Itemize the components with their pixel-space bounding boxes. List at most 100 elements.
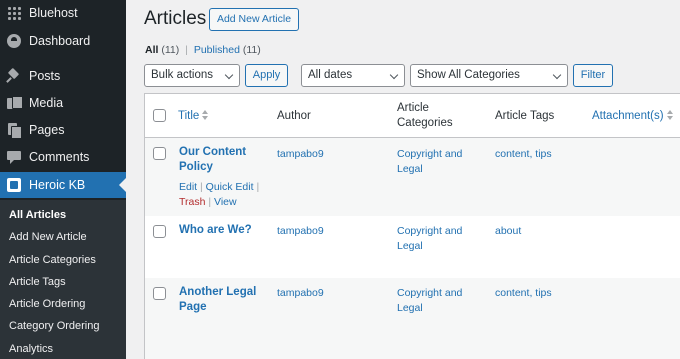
view-published-link[interactable]: Published (194, 44, 240, 56)
sidebar-item-heroic-kb[interactable]: Heroic KB (0, 172, 126, 198)
sort-icon (666, 110, 674, 120)
row-checkbox[interactable] (153, 287, 166, 300)
action-separator: | (208, 196, 212, 208)
article-title-link[interactable]: Our Content Policy (179, 145, 246, 175)
sidebar-item-label: Comments (29, 150, 90, 164)
comment-icon (7, 150, 21, 164)
category-line2: Legal (397, 302, 423, 314)
categories-select[interactable]: Show All Categories (410, 64, 568, 87)
view-link[interactable]: View (214, 196, 237, 208)
column-article-tags: Article Tags (495, 110, 555, 122)
chevron-down-icon (389, 70, 399, 80)
row-actions: Edit | Quick Edit | Trash | View (179, 180, 259, 210)
category-link[interactable]: Copyright and Legal (397, 147, 462, 177)
category-link[interactable]: Copyright and Legal (397, 224, 462, 254)
column-categories-line1: Article (397, 102, 429, 114)
view-separator: | (185, 44, 188, 56)
column-author: Author (277, 110, 311, 122)
row-checkbox[interactable] (153, 225, 166, 238)
article-title-line2: Page (179, 301, 207, 313)
category-line1: Copyright and (397, 225, 463, 237)
dashboard-icon (7, 34, 21, 48)
category-line1: Copyright and (397, 148, 463, 160)
column-categories-line2: Categories (397, 117, 453, 129)
dates-select[interactable]: All dates (301, 64, 405, 87)
submenu-article-ordering[interactable]: Article Ordering (9, 298, 85, 310)
chevron-down-icon (224, 70, 234, 80)
media-icon (7, 96, 23, 110)
dates-value: All dates (308, 69, 353, 81)
tags-links[interactable]: about (495, 224, 521, 239)
edit-link[interactable]: Edit (179, 181, 197, 193)
pages-icon (7, 123, 22, 139)
categories-value: Show All Categories (417, 69, 520, 81)
category-line2: Legal (397, 240, 423, 252)
sidebar-item-pages[interactable]: Pages (0, 117, 126, 143)
articles-table: Title Author Article Categories Article … (144, 93, 680, 359)
kb-icon (7, 178, 21, 192)
column-attachments-label: Attachment(s) (592, 110, 664, 122)
main-content: Articles Add New Article All (11) | Publ… (126, 0, 680, 359)
author-link[interactable]: tampabo9 (277, 286, 324, 301)
grid-icon (7, 6, 21, 20)
add-new-article-button[interactable]: Add New Article (209, 8, 299, 31)
tags-links[interactable]: content, tips (495, 286, 552, 301)
pin-icon (7, 69, 21, 83)
sort-icon (202, 110, 209, 120)
column-article-categories: Article Categories (397, 101, 453, 131)
table-row: Another Legal Page tampabo9 Copyright an… (145, 278, 680, 359)
kb-submenu: All Articles Add New Article Article Cat… (0, 200, 126, 359)
action-separator: | (256, 181, 260, 193)
article-title-line2: Policy (179, 161, 213, 173)
tags-links[interactable]: content, tips (495, 147, 552, 162)
submenu-all-articles[interactable]: All Articles (9, 209, 66, 221)
view-all-link[interactable]: All (145, 44, 158, 56)
bulk-actions-value: Bulk actions (151, 69, 214, 81)
column-attachments[interactable]: Attachment(s) (592, 109, 674, 124)
article-title-link[interactable]: Who are We? (179, 223, 252, 238)
submenu-article-categories[interactable]: Article Categories (9, 254, 96, 266)
row-checkbox[interactable] (153, 147, 166, 160)
sidebar-item-comments[interactable]: Comments (0, 144, 126, 170)
article-title-line1: Another Legal (179, 286, 257, 298)
sidebar-item-label: Media (29, 96, 64, 110)
sidebar-item-label: Pages (29, 123, 65, 137)
sidebar-item-bluehost[interactable]: Bluehost (0, 0, 126, 26)
sidebar-item-dashboard[interactable]: Dashboard (0, 28, 126, 54)
submenu-category-ordering[interactable]: Category Ordering (9, 320, 100, 332)
sidebar-item-posts[interactable]: Posts (0, 63, 126, 89)
sidebar-item-label: Heroic KB (29, 178, 86, 192)
bulk-actions-select[interactable]: Bulk actions (144, 64, 240, 87)
submenu-add-new-article[interactable]: Add New Article (9, 231, 87, 243)
category-line2: Legal (397, 163, 423, 175)
column-title[interactable]: Title (178, 109, 209, 124)
category-line1: Copyright and (397, 287, 463, 299)
view-published-count: (11) (242, 44, 261, 56)
article-title-line1: Who are We? (179, 224, 252, 236)
submenu-analytics[interactable]: Analytics (9, 343, 53, 355)
author-link[interactable]: tampabo9 (277, 224, 324, 239)
filter-button[interactable]: Filter (573, 64, 613, 87)
page-title: Articles (144, 8, 207, 29)
admin-sidebar: Bluehost Dashboard Posts Media Pages Com… (0, 0, 126, 359)
sidebar-item-label: Dashboard (29, 34, 91, 48)
action-separator: | (200, 181, 203, 193)
table-row: Who are We? tampabo9 Copyright and Legal… (145, 216, 680, 278)
column-title-label: Title (178, 110, 200, 122)
submenu-article-tags[interactable]: Article Tags (9, 276, 66, 288)
article-title-link[interactable]: Another Legal Page (179, 285, 256, 315)
trash-link[interactable]: Trash (179, 196, 205, 208)
view-filters: All (11) | Published (11) (145, 44, 261, 56)
category-link[interactable]: Copyright and Legal (397, 286, 462, 316)
select-all-checkbox[interactable] (153, 109, 166, 122)
table-header: Title Author Article Categories Article … (145, 94, 680, 138)
chevron-down-icon (552, 70, 562, 80)
author-link[interactable]: tampabo9 (277, 147, 324, 162)
quick-edit-link[interactable]: Quick Edit (206, 181, 254, 193)
apply-button[interactable]: Apply (245, 64, 288, 87)
sidebar-item-label: Bluehost (29, 6, 78, 20)
sidebar-item-label: Posts (29, 69, 61, 83)
sidebar-item-media[interactable]: Media (0, 90, 126, 116)
view-all-count: (11) (161, 44, 180, 56)
article-title-line1: Our Content (179, 146, 247, 158)
